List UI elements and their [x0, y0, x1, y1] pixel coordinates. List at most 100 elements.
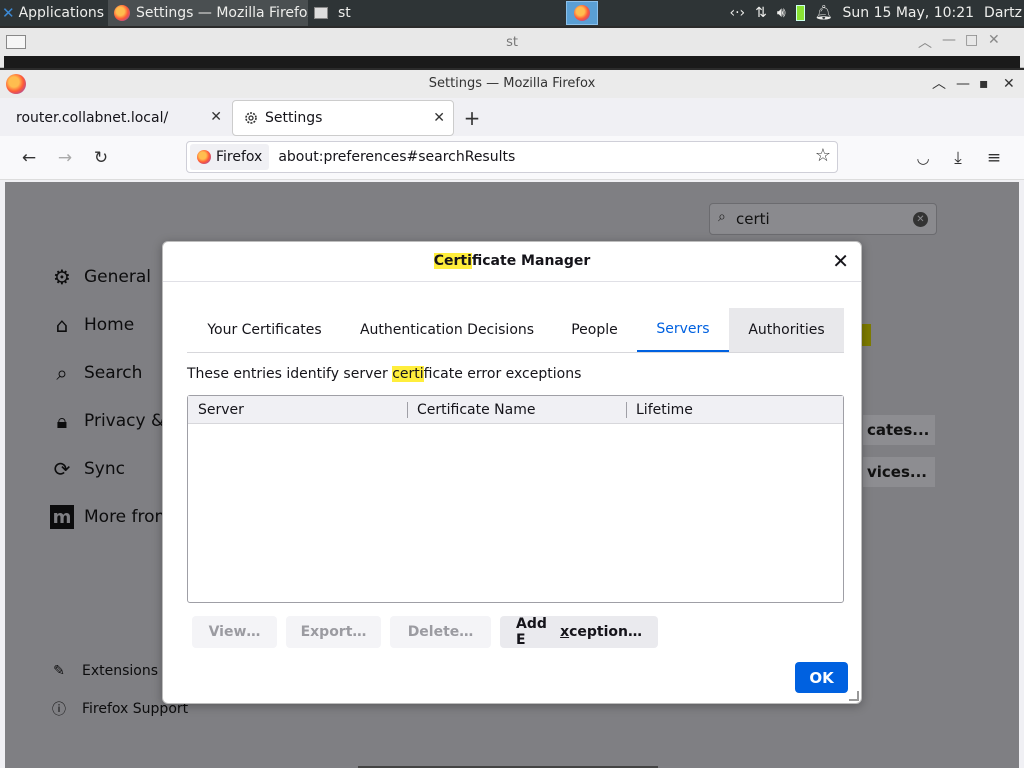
menu-icon[interactable]: ≡ — [981, 145, 1007, 171]
taskbar-terminal-label: st — [338, 5, 351, 21]
bookmark-star-icon[interactable]: ☆ — [815, 145, 831, 166]
category-label: Search — [84, 363, 143, 383]
tab-router[interactable]: router.collabnet.local/ ✕ — [6, 100, 230, 136]
shade-icon[interactable]: ︿ — [918, 32, 932, 52]
firefox-window-title: Settings — Mozilla Firefox — [428, 76, 596, 91]
settings-search-value: certi — [736, 210, 770, 228]
downloads-icon[interactable]: ⤓ — [945, 145, 971, 171]
tab-authorities[interactable]: Authorities — [729, 308, 844, 352]
shade-icon[interactable]: ︿ — [932, 70, 946, 98]
column-lifetime[interactable]: Lifetime — [626, 396, 843, 424]
category-label: General — [84, 267, 151, 287]
xfce-icon: ✕ — [2, 4, 15, 22]
security-devices-button[interactable]: vices... — [863, 457, 935, 487]
taskbar-terminal[interactable]: st — [308, 0, 508, 26]
reload-button[interactable]: ↻ — [88, 145, 114, 171]
add-exception-button[interactable]: Add E x ception… — [500, 616, 658, 648]
minimize-icon[interactable]: — — [942, 32, 956, 48]
url-text[interactable]: about:preferences#searchResults — [278, 149, 515, 165]
resize-grip-icon[interactable] — [849, 691, 859, 701]
add-exception-label: Add E — [516, 616, 547, 648]
category-home[interactable]: ⌂ Home — [50, 313, 135, 337]
delete-button-label: Delete… — [407, 624, 474, 640]
gear-icon — [245, 112, 257, 124]
gear-icon: ⚙ — [53, 265, 71, 289]
user-name[interactable]: Dartz — [984, 5, 1022, 21]
applications-menu[interactable]: ✕ Applications — [0, 0, 108, 26]
terminal-icon — [314, 7, 328, 19]
tab-your-certificates[interactable]: Your Certificates — [187, 308, 342, 352]
home-icon: ⌂ — [55, 313, 69, 337]
extensions-themes-link[interactable]: ✎ Extensions & — [50, 663, 173, 679]
close-icon[interactable]: ✕ — [1003, 70, 1015, 98]
view-button-label: View… — [208, 624, 261, 640]
title-search-highlight: Certi — [433, 253, 472, 269]
category-search[interactable]: ⌕ Search — [50, 361, 142, 385]
category-general[interactable]: ⚙ General — [50, 265, 151, 289]
url-bar[interactable]: Firefox about:preferences#searchResults … — [186, 141, 838, 173]
mozilla-icon: m — [50, 505, 74, 529]
notification-bell-icon[interactable]: 🔔︎ — [815, 5, 833, 21]
battery-icon[interactable] — [795, 5, 805, 21]
clear-search-icon[interactable]: ✕ — [913, 212, 928, 227]
category-sync[interactable]: ⟳ Sync — [50, 457, 125, 481]
view-button[interactable]: View… — [192, 616, 277, 648]
desc-text: These entries identify server — [187, 366, 393, 382]
sync-icon: ⟳ — [53, 457, 71, 481]
volume-icon[interactable]: 🔊︎ — [777, 5, 786, 21]
network-icon[interactable]: ‹·› — [730, 5, 746, 21]
close-tab-icon[interactable]: ✕ — [210, 109, 222, 125]
minimize-icon[interactable]: — — [956, 70, 970, 98]
tab-label: Settings — [265, 110, 323, 126]
tab-servers[interactable]: Servers — [637, 308, 729, 352]
export-button[interactable]: Export… — [286, 616, 381, 648]
settings-search-input[interactable]: ⌕ certi ✕ — [709, 203, 937, 235]
desc-search-highlight: certi — [392, 366, 424, 382]
clock[interactable]: Sun 15 May, 10:21 — [843, 5, 975, 21]
dialog-actions: View… Export… Delete… Add E x ception… — [192, 616, 658, 648]
tab-people[interactable]: People — [552, 308, 637, 352]
category-privacy[interactable]: 🔒︎ Privacy & — [50, 409, 165, 433]
firefox-icon — [574, 5, 590, 21]
maximize-icon[interactable]: □ — [965, 32, 978, 48]
close-tab-icon[interactable]: ✕ — [433, 110, 445, 126]
terminal-content — [4, 56, 1020, 68]
server-exceptions-table[interactable]: Server Certificate Name Lifetime — [187, 395, 844, 603]
desc-text: ficate error exceptions — [423, 366, 582, 382]
column-certificate-name[interactable]: Certificate Name — [407, 396, 626, 424]
footer-label: Extensions & — [82, 663, 174, 679]
close-icon[interactable]: ✕ — [832, 242, 849, 280]
back-button[interactable]: ← — [16, 145, 42, 171]
title-rest: ficate Manager — [471, 253, 591, 269]
add-exception-label: ception… — [569, 624, 642, 640]
applications-label: Applications — [18, 5, 105, 21]
ok-button[interactable]: OK — [795, 662, 848, 693]
taskbar-firefox[interactable]: Settings — Mozilla Firefox — [108, 0, 308, 26]
close-icon[interactable]: ✕ — [988, 32, 1000, 48]
delete-button[interactable]: Delete… — [390, 616, 491, 648]
firefox-icon — [114, 5, 130, 21]
tab-strip: router.collabnet.local/ ✕ Settings ✕ + — [0, 98, 1024, 136]
tab-settings[interactable]: Settings ✕ — [232, 100, 454, 136]
pocket-icon[interactable]: ◡ — [910, 145, 936, 171]
transfer-icon[interactable]: ⇅ — [755, 5, 767, 21]
maximize-icon[interactable]: ▪ — [979, 70, 989, 98]
dialog-title: Certificate Manager ✕ — [163, 242, 861, 282]
identity-box[interactable]: Firefox — [190, 144, 270, 170]
puzzle-icon: ✎ — [53, 663, 65, 679]
forward-button[interactable]: → — [52, 145, 78, 171]
taskbar-firefox-label: Settings — Mozilla Firefox — [136, 5, 308, 21]
tab-authentication-decisions[interactable]: Authentication Decisions — [342, 308, 552, 352]
search-icon: ⌕ — [718, 209, 726, 225]
category-label: Sync — [84, 459, 125, 479]
certificate-manager-dialog: Certificate Manager ✕ Your Certificates … — [162, 241, 862, 704]
new-tab-button[interactable]: + — [454, 100, 490, 136]
column-server[interactable]: Server — [188, 396, 407, 424]
category-label: Privacy & — [84, 411, 165, 431]
navigation-toolbar: ← → ↻ Firefox about:preferences#searchRe… — [0, 136, 1024, 180]
top-panel: ✕ Applications Settings — Mozilla Firefo… — [0, 0, 1024, 26]
tab-label: router.collabnet.local/ — [16, 110, 169, 126]
firefox-launcher[interactable] — [566, 1, 598, 25]
manage-certificates-button[interactable]: cates... — [863, 415, 935, 445]
category-more-from-mozilla[interactable]: m More from — [50, 505, 171, 529]
